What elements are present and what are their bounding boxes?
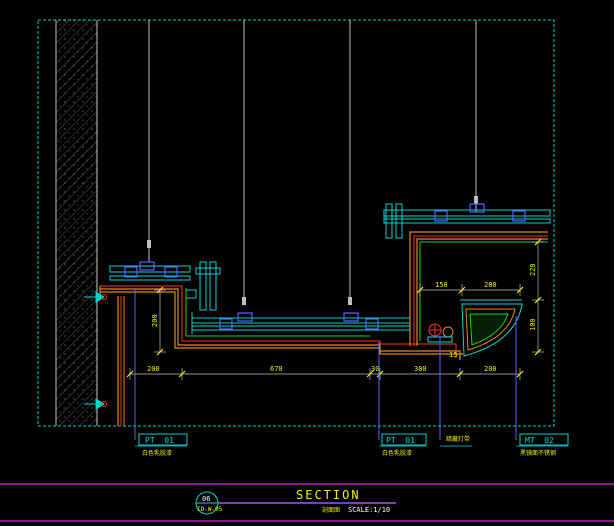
title-block: 06 ID-W-05 SECTION 剖面图 SCALE:1/10 bbox=[195, 488, 396, 515]
middle-carriers bbox=[219, 312, 379, 330]
callout-code: MT 02 bbox=[525, 436, 554, 445]
section-drawing: 200 670 30 300 200 150 200 15 200 220 10… bbox=[0, 19, 614, 522]
dim-100: 100 bbox=[529, 318, 537, 331]
section-number: 06 bbox=[202, 495, 210, 503]
callout-note: 黑镜面不锈钢 bbox=[520, 449, 556, 457]
dim-200-upper: 200 bbox=[484, 281, 497, 289]
dim-670: 670 bbox=[270, 365, 283, 373]
sheet-number: ID-W-05 bbox=[197, 506, 223, 513]
hanger-rods bbox=[147, 20, 478, 305]
callout-code: PT 01 bbox=[145, 436, 174, 445]
dim-200-vertical: 200 bbox=[151, 314, 159, 327]
upper-right-carriers bbox=[434, 203, 526, 222]
dim-200-right: 200 bbox=[484, 365, 497, 373]
callout-mt02: MT 02 黑镜面不锈钢 bbox=[516, 433, 569, 457]
dim-15: 15 bbox=[449, 351, 457, 359]
callout-leaders bbox=[134, 288, 517, 440]
dim-300: 300 bbox=[414, 365, 427, 373]
callout-pt01-left: PT 01 白色乳胶漆 bbox=[135, 433, 188, 457]
wall-lining bbox=[117, 296, 125, 426]
light-trough bbox=[460, 299, 523, 357]
dimension-ticks bbox=[126, 238, 542, 378]
dim-200-left: 200 bbox=[147, 365, 160, 373]
concrete-wall bbox=[55, 20, 98, 426]
dim-30: 30 bbox=[371, 365, 379, 373]
dim-150: 150 bbox=[435, 281, 448, 289]
drawing-subtitle: 剖面图 bbox=[322, 506, 340, 514]
left-carriers bbox=[124, 261, 178, 278]
callout-note: 白色乳胶漆 bbox=[142, 449, 172, 457]
callout-note: 暗藏灯带 bbox=[446, 435, 470, 443]
callout-pt01-right: PT 01 白色乳胶漆 bbox=[379, 433, 427, 457]
drawing-title: SECTION bbox=[296, 488, 361, 502]
drawing-scale: SCALE:1/10 bbox=[348, 506, 390, 514]
callout-note: 白色乳胶漆 bbox=[382, 449, 412, 457]
dimension-lines bbox=[129, 241, 544, 380]
callout-code: PT 01 bbox=[386, 436, 415, 445]
middle-framing bbox=[191, 312, 411, 334]
dim-220: 220 bbox=[529, 263, 537, 276]
callout-led-strip: 暗藏灯带 bbox=[440, 435, 472, 447]
